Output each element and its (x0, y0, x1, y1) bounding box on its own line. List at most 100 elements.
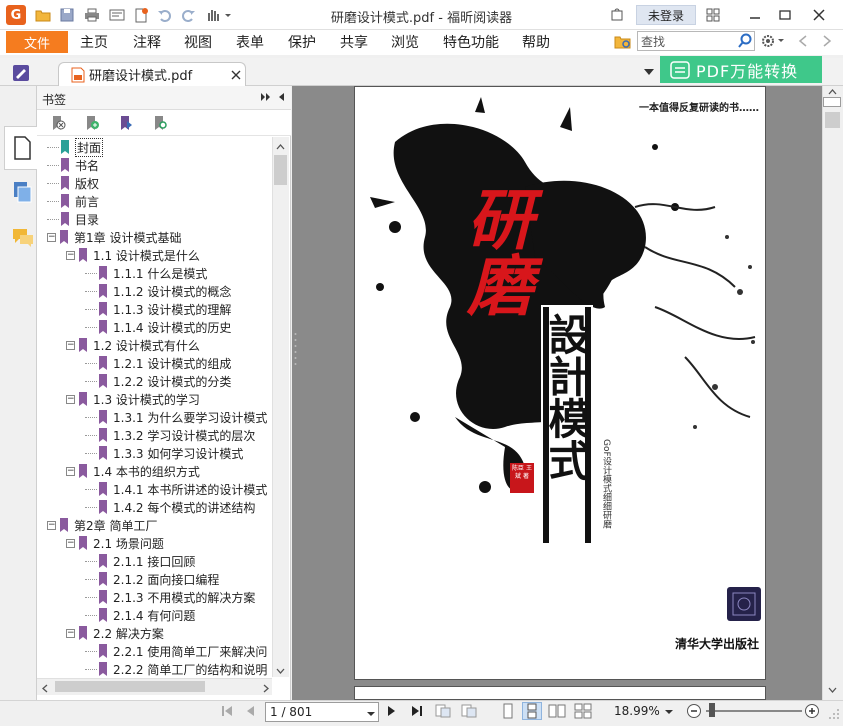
bookmark-vertical-scrollbar[interactable] (272, 137, 289, 677)
bookmark-item[interactable]: − 2.1 场景问题 (66, 534, 164, 552)
collapse-toggle-icon[interactable]: − (66, 340, 75, 350)
print-icon[interactable] (83, 6, 101, 24)
pdf-page-cover[interactable]: 一本值得反复研读的书…… 研磨 設計模式 GoF设计模式细细研磨 陈臣 王斌 著… (354, 86, 766, 680)
bookmark-item[interactable]: 前言 (47, 192, 99, 210)
menu-form[interactable]: 表单 (236, 31, 264, 53)
undo-icon[interactable] (156, 6, 174, 24)
bookmark-item[interactable]: 1.1.3 设计模式的理解 (85, 300, 231, 318)
bookmark-item[interactable]: 书名 (47, 156, 99, 174)
next-page-icon[interactable] (386, 704, 398, 718)
bookmark-item[interactable]: − 1.4 本书的组织方式 (66, 462, 200, 480)
hand-tool-dropdown-icon[interactable] (204, 6, 236, 24)
zoom-slider-handle[interactable] (709, 703, 715, 717)
bookmark-item[interactable]: 1.2.2 设计模式的分类 (85, 372, 231, 390)
bookmark-item[interactable]: 2.1.2 面向接口编程 (85, 570, 219, 588)
promote-bookmark-icon[interactable] (118, 115, 134, 131)
menu-features[interactable]: 特色功能 (443, 31, 499, 53)
bookmark-panel-tab[interactable] (4, 126, 37, 170)
bookmark-item[interactable]: 1.2.1 设计模式的组成 (85, 354, 231, 372)
minimize-icon[interactable] (746, 6, 764, 24)
bookmark-item[interactable]: 1.1.4 设计模式的历史 (85, 318, 231, 336)
restore-icon[interactable] (776, 6, 794, 24)
bookmark-item[interactable]: 2.2.2 简单工厂的结构和说明 (85, 660, 267, 677)
bookmark-item[interactable]: 1.3.2 学习设计模式的层次 (85, 426, 255, 444)
nav-forward-icon[interactable] (818, 32, 836, 50)
bookmark-item[interactable]: 1.3.3 如何学习设计模式 (85, 444, 243, 462)
scroll-down-icon[interactable] (276, 664, 285, 674)
facing-view-icon[interactable] (548, 703, 566, 719)
search-icon[interactable] (736, 32, 754, 50)
collapse-toggle-icon[interactable]: − (47, 232, 56, 242)
split-view-handle[interactable] (823, 97, 841, 107)
scroll-up-icon[interactable] (276, 140, 285, 150)
continuous-facing-view-icon[interactable] (574, 703, 592, 719)
menu-comment[interactable]: 注释 (133, 31, 161, 53)
bookmark-item[interactable]: − 1.3 设计模式的学习 (66, 390, 200, 408)
add-bookmark-icon[interactable] (84, 115, 100, 131)
menu-view[interactable]: 视图 (184, 31, 212, 53)
bookmark-item[interactable]: − 2.2 解决方案 (66, 624, 164, 642)
open-folder-icon[interactable] (34, 6, 52, 24)
properties-icon[interactable] (108, 6, 126, 24)
scroll-right-icon[interactable] (262, 682, 270, 693)
document-scroll-thumb[interactable] (825, 112, 840, 128)
zoom-in-icon[interactable] (804, 703, 820, 719)
resize-grip-icon[interactable] (828, 708, 840, 720)
scroll-left-icon[interactable] (41, 682, 49, 693)
collapse-toggle-icon[interactable]: − (66, 628, 75, 638)
find-bookmark-icon[interactable] (152, 115, 168, 131)
bookmark-item[interactable]: 2.1.4 有何问题 (85, 606, 195, 624)
collapse-toggle-icon[interactable]: − (66, 250, 75, 260)
bookmark-item[interactable]: − 第1章 设计模式基础 (47, 228, 181, 246)
bookmark-item[interactable]: 1.4.1 本书所讲述的设计模式 (85, 480, 267, 498)
collapse-toggle-icon[interactable]: − (66, 538, 75, 548)
collapse-toggle-icon[interactable]: − (47, 520, 56, 530)
page-dropdown-icon[interactable] (366, 707, 376, 716)
zoom-out-icon[interactable] (686, 703, 702, 719)
app-logo-icon[interactable]: G (6, 5, 26, 25)
zoom-slider-track[interactable] (706, 710, 802, 712)
close-window-icon[interactable] (810, 6, 828, 24)
zoom-dropdown-icon[interactable] (664, 705, 674, 714)
layout-grid-icon[interactable] (704, 6, 722, 24)
collapse-toggle-icon[interactable]: − (66, 394, 75, 404)
settings-gear-icon[interactable] (760, 32, 786, 50)
continuous-view-icon[interactable] (522, 702, 542, 720)
bookmark-item[interactable]: − 1.1 设计模式是什么 (66, 246, 200, 264)
login-button[interactable]: 未登录 (636, 5, 696, 25)
find-folder-icon[interactable] (614, 33, 632, 51)
comments-panel-icon[interactable] (11, 226, 35, 250)
nav-back-icon[interactable] (794, 32, 812, 50)
save-icon[interactable] (58, 6, 76, 24)
skin-icon[interactable] (608, 6, 626, 24)
bookmark-item[interactable]: − 1.2 设计模式有什么 (66, 336, 200, 354)
bookmark-item[interactable]: 2.2.1 使用简单工厂来解决问 (85, 642, 267, 660)
bookmark-item[interactable]: 封面 (47, 137, 104, 157)
splitter-grip[interactable] (293, 330, 298, 370)
document-vertical-scrollbar[interactable] (822, 86, 843, 700)
bookmark-item[interactable]: 2.1.1 接口回顾 (85, 552, 195, 570)
collapse-toggle-icon[interactable]: − (66, 466, 75, 476)
bookmark-item[interactable]: 2.1.3 不用模式的解决方案 (85, 588, 255, 606)
previous-view-icon[interactable] (434, 703, 452, 719)
last-page-icon[interactable] (410, 704, 424, 718)
doc-scroll-up-icon[interactable] (824, 86, 841, 96)
bookmark-item[interactable]: 1.3.1 为什么要学习设计模式 (85, 408, 267, 426)
panel-expand-icon[interactable] (260, 91, 272, 103)
menu-home[interactable]: 主页 (80, 31, 108, 53)
sign-pen-icon[interactable] (12, 64, 30, 82)
bookmark-item[interactable]: 1.1.2 设计模式的概念 (85, 282, 231, 300)
close-tab-icon[interactable] (230, 69, 242, 81)
tab-list-dropdown-icon[interactable] (643, 66, 655, 76)
pdf-page-next[interactable] (354, 686, 766, 700)
delete-bookmark-icon[interactable] (50, 115, 66, 131)
menu-help[interactable]: 帮助 (522, 31, 550, 53)
page-number-input[interactable]: 1 / 801 (265, 702, 379, 722)
pages-panel-icon[interactable] (12, 180, 34, 206)
new-document-icon[interactable] (132, 6, 150, 24)
first-page-icon[interactable] (220, 704, 234, 718)
next-view-icon[interactable] (460, 703, 478, 719)
single-page-view-icon[interactable] (500, 703, 516, 719)
panel-collapse-icon[interactable] (276, 91, 286, 103)
menu-share[interactable]: 共享 (340, 31, 368, 53)
